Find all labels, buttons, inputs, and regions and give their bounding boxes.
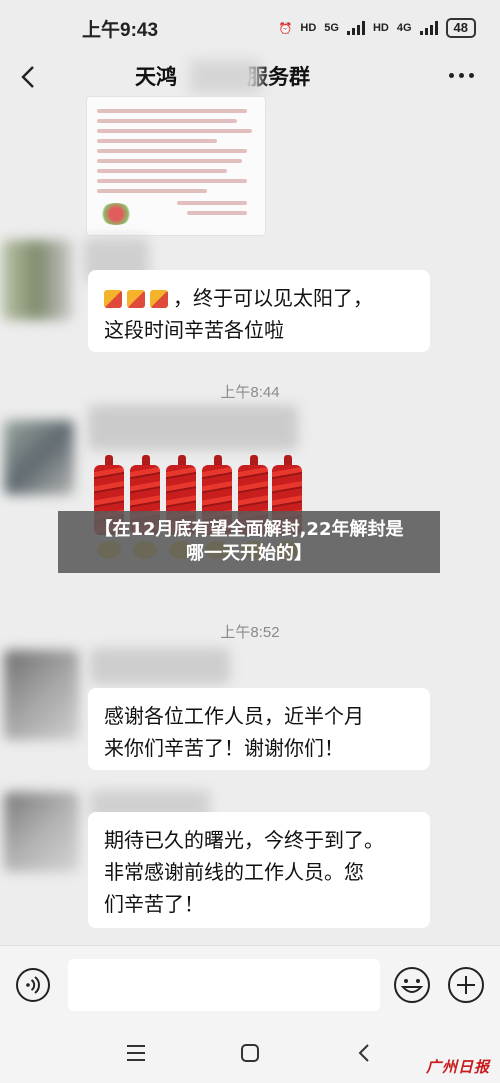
plus-icon[interactable]	[447, 966, 485, 1004]
timestamp-1: 上午8:44	[220, 384, 280, 401]
hd-badge-2: HD	[372, 22, 389, 34]
message-4-line-1: 期待已久的曙光，今终于到了。	[104, 828, 384, 852]
home-icon[interactable]	[240, 1043, 260, 1063]
system-nav-bar: 广州日报	[0, 1025, 500, 1083]
message-4-line-2: 非常感谢前线的工作人员。您	[104, 860, 364, 884]
message-1-line-2: 这段时间辛苦各位啦	[104, 318, 284, 342]
chat-title-left: 天鸿	[135, 65, 177, 89]
sender-avatar-4[interactable]	[4, 792, 79, 872]
chat-header: 天鸿 服务群	[0, 56, 500, 98]
more-options-icon[interactable]	[449, 73, 474, 78]
back-arrow-icon[interactable]	[16, 64, 42, 90]
message-3-line-1: 感谢各位工作人员，近半个月	[104, 704, 364, 728]
headline-overlay: 【在12月底有望全面解封,22年解封是 哪一天开始的】	[58, 511, 440, 573]
watermark-logo: 广州日报	[425, 1058, 490, 1076]
headline-line-1: 【在12月底有望全面解封,22年解封是	[94, 519, 404, 540]
status-bar: 上午9:43 ⏰ HD 5G HD 4G 48	[0, 0, 500, 56]
message-3-line-2: 来你们辛苦了！谢谢你们！	[104, 736, 344, 760]
signal-icon-2	[419, 21, 438, 35]
emoji-icon[interactable]	[393, 966, 431, 1004]
party-popper-icon	[127, 290, 145, 308]
status-icons: ⏰ HD 5G HD 4G 48	[279, 18, 476, 38]
sender-avatar-2[interactable]	[4, 420, 74, 495]
menu-icon[interactable]	[126, 1044, 146, 1062]
sender-avatar-3[interactable]	[4, 650, 79, 740]
message-input[interactable]	[68, 959, 380, 1011]
sender-avatar[interactable]	[2, 240, 72, 320]
status-time: 上午9:43	[82, 19, 159, 41]
message-bubble-3[interactable]: 感谢各位工作人员，近半个月 来你们辛苦了！谢谢你们！	[88, 688, 430, 770]
sender-name-redaction-2	[88, 405, 298, 450]
battery-indicator: 48	[445, 18, 476, 38]
message-1-line-1: ，终于可以见太阳了，	[173, 286, 373, 310]
party-popper-icon	[150, 290, 168, 308]
signal-icon	[346, 21, 365, 35]
voice-input-icon[interactable]	[15, 967, 51, 1003]
shared-image-notice[interactable]	[86, 96, 266, 236]
nav-back-icon[interactable]	[356, 1043, 372, 1063]
message-4-line-3: 们辛苦了！	[104, 892, 204, 916]
message-bubble-1[interactable]: ，终于可以见太阳了， 这段时间辛苦各位啦	[88, 270, 430, 352]
message-bubble-4[interactable]: 期待已久的曙光，今终于到了。 非常感谢前线的工作人员。您 们辛苦了！	[88, 812, 430, 928]
network-4g-label: 4G	[396, 22, 412, 34]
input-bar	[0, 945, 500, 1025]
timestamp-2: 上午8:52	[220, 624, 280, 641]
headline-line-2: 哪一天开始的】	[186, 543, 312, 564]
party-popper-icon	[104, 290, 122, 308]
title-redaction	[190, 60, 260, 94]
flower-decoration-icon	[99, 203, 133, 225]
network-5g-label: 5G	[324, 22, 339, 34]
alarm-icon: ⏰	[278, 22, 293, 35]
sender-name-redaction-3	[90, 648, 230, 684]
hd-badge: HD	[300, 22, 317, 34]
